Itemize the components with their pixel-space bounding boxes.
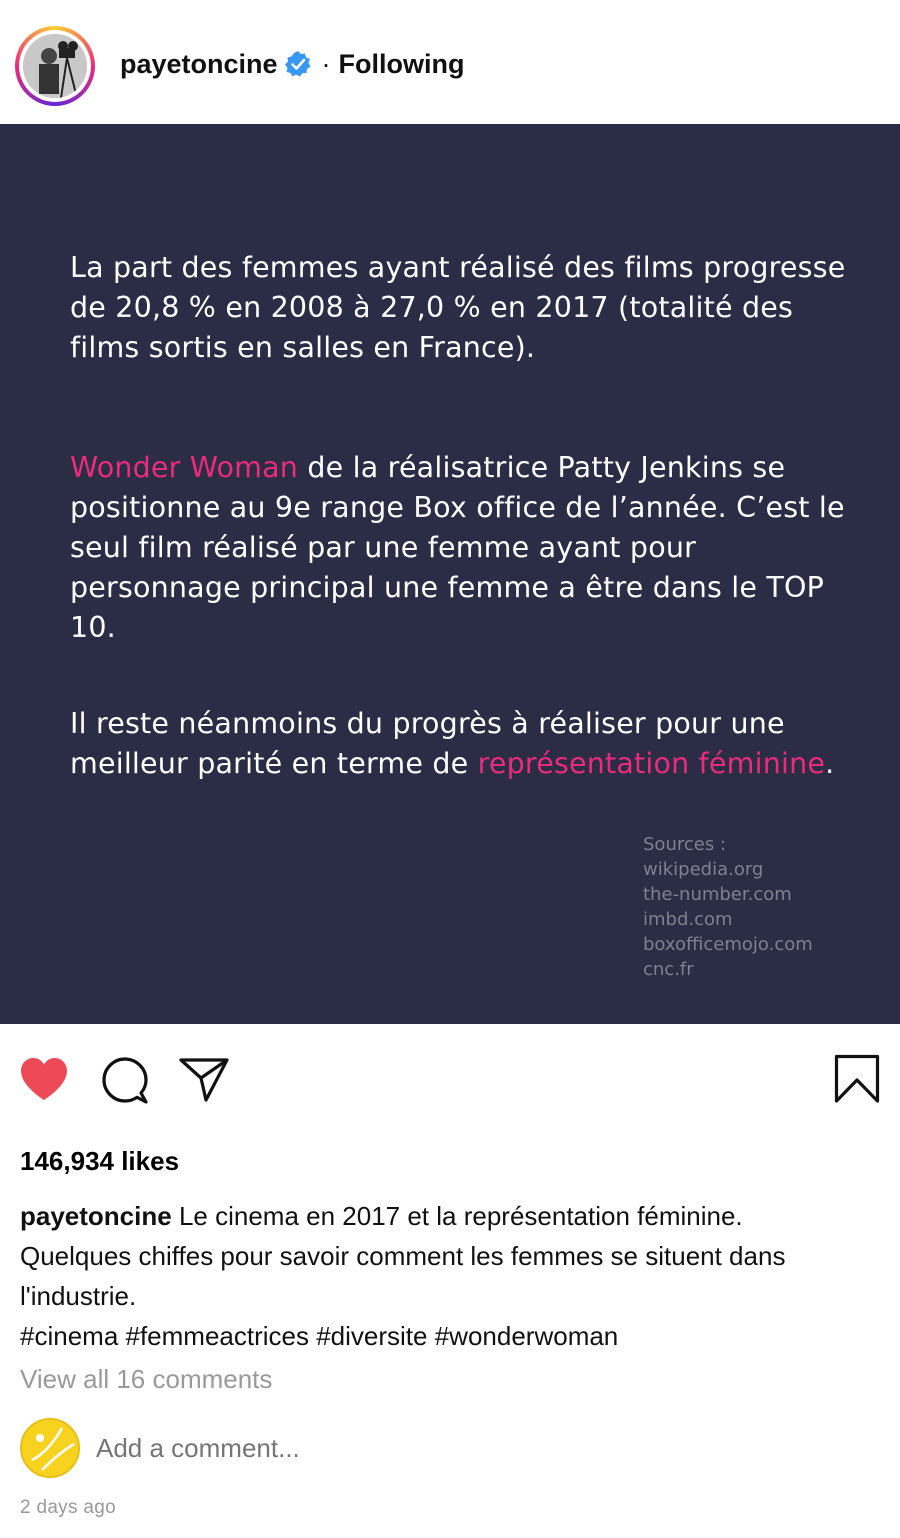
action-bar	[0, 1044, 900, 1114]
header-separator: ·	[321, 48, 331, 79]
user-avatar	[20, 1418, 80, 1478]
avatar-photo	[23, 34, 87, 98]
following-button[interactable]: Following	[339, 49, 465, 80]
share-icon[interactable]	[178, 1056, 230, 1107]
representation-highlight: représentation féminine	[477, 747, 826, 780]
post-image[interactable]: La part des femmes ayant réalisé des fil…	[0, 124, 900, 1024]
view-all-comments-link[interactable]: View all 16 comments	[20, 1364, 272, 1395]
add-comment-row	[20, 1418, 496, 1478]
post-paragraph-3: Il reste néanmoins du progrès à réaliser…	[70, 704, 860, 784]
post-header: payetoncine · Following	[0, 0, 900, 124]
profile-avatar[interactable]	[15, 26, 95, 106]
post-timestamp: 2 days ago	[20, 1497, 116, 1518]
caption-hashtags[interactable]: #cinema #femmeactrices #diversite #wonde…	[20, 1321, 618, 1351]
source-item: boxofficemojo.com	[643, 934, 813, 955]
caption-text: Le cinema en 2017 et la représentation f…	[178, 1201, 743, 1231]
paragraph-3-end: .	[825, 747, 835, 780]
caption-line-2: Quelques chiffes pour savoir comment les…	[20, 1241, 786, 1311]
comment-icon[interactable]	[100, 1056, 150, 1111]
post-paragraph-2: Wonder Woman de la réalisatrice Patty Je…	[70, 448, 860, 648]
comment-input[interactable]	[96, 1432, 496, 1464]
post-caption: payetoncine Le cinema en 2017 et la repr…	[20, 1196, 880, 1356]
source-item: cnc.fr	[643, 959, 694, 980]
sources-heading: Sources :	[643, 834, 726, 855]
heart-icon[interactable]	[19, 1056, 69, 1107]
caption-username[interactable]: payetoncine	[20, 1201, 172, 1231]
bookmark-icon[interactable]	[834, 1054, 880, 1109]
sources-list: Sources : wikipedia.org the-number.com i…	[643, 832, 813, 982]
likes-count[interactable]: 146,934 likes	[20, 1146, 179, 1177]
username-link[interactable]: payetoncine	[120, 49, 278, 80]
post-paragraph-1: La part des femmes ayant réalisé des fil…	[70, 251, 846, 364]
source-item: imbd.com	[643, 909, 733, 930]
wonder-woman-highlight: Wonder Woman	[70, 451, 299, 484]
source-item: the-number.com	[643, 884, 792, 905]
source-item: wikipedia.org	[643, 859, 764, 880]
verified-badge-icon	[284, 50, 312, 78]
